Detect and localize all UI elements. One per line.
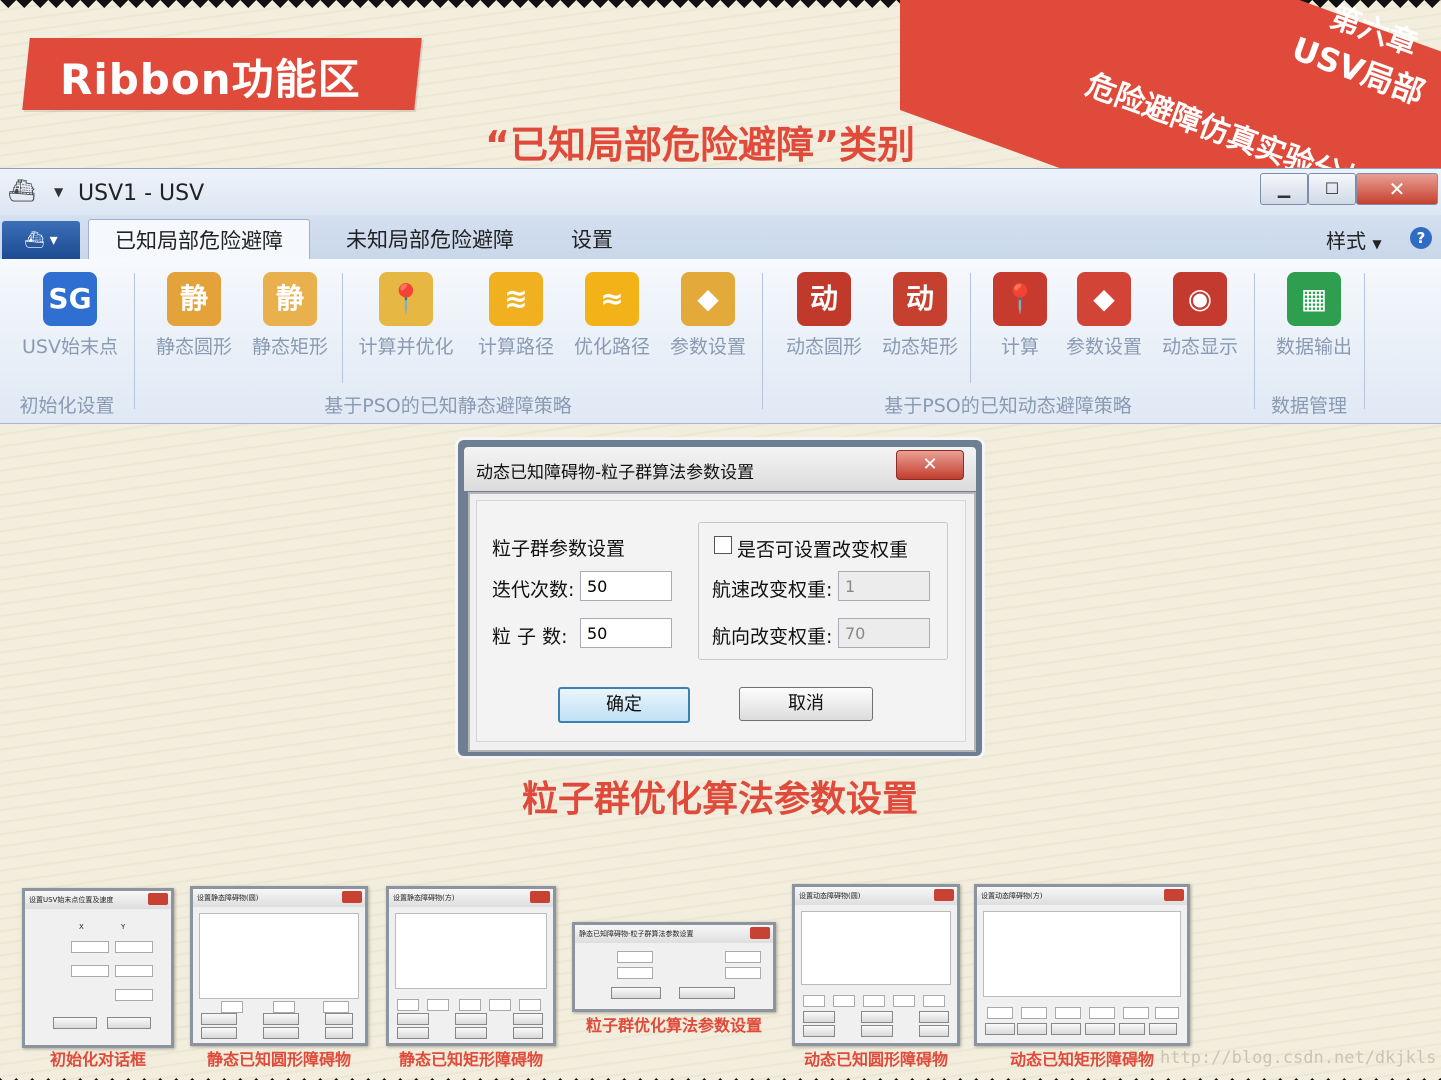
maximize-button[interactable]: ☐ bbox=[1308, 173, 1356, 205]
dialog-title: 动态已知障碍物-粒子群算法参数设置 bbox=[476, 463, 755, 483]
static-circle-icon: 静 bbox=[167, 272, 221, 326]
data-output-icon: ▦ bbox=[1287, 272, 1341, 326]
group-separator bbox=[762, 273, 763, 409]
dynamic-display-icon: ◉ bbox=[1173, 272, 1227, 326]
cancel-button[interactable]: 取消 bbox=[739, 687, 873, 721]
ribbon-button-dynamic-display[interactable]: ◉ 动态显示 bbox=[1152, 268, 1248, 380]
window-title: USV1 - USV bbox=[78, 181, 205, 206]
thumbnail-caption-init: 初始化对话框 bbox=[49, 1050, 146, 1069]
style-menu[interactable]: 样式 ▼ bbox=[1326, 225, 1382, 254]
banner-title: Ribbon功能区 bbox=[60, 55, 361, 104]
banner-subtitle: “已知局部危险避障”类别 bbox=[485, 123, 915, 167]
dynamic-rect-icon: 动 bbox=[893, 272, 947, 326]
group-label-data: 数据管理 bbox=[1270, 395, 1347, 417]
dynamic-circle-icon: 动 bbox=[797, 272, 851, 326]
button-separator bbox=[970, 273, 971, 383]
thumbnail-init-dialog: 设置USV始末点位置及速度 XY bbox=[22, 888, 174, 1048]
ribbon-button-label: 计算路径 bbox=[477, 336, 554, 358]
speed-weight-input[interactable]: 1 bbox=[838, 571, 930, 601]
usv-start-end-icon: SG bbox=[43, 272, 97, 326]
ribbon-button-data-output[interactable]: ▦ 数据输出 bbox=[1266, 268, 1362, 380]
thumbnail-static-circle: 设置静态障碍物(圆) bbox=[190, 886, 368, 1046]
compute-icon: 📍 bbox=[993, 272, 1047, 326]
ok-button[interactable]: 确定 bbox=[558, 687, 690, 723]
ribbon-button-label: 数据输出 bbox=[1275, 336, 1352, 358]
dialog-close-button[interactable]: ✕ bbox=[896, 450, 964, 480]
group-label-init: 初始化设置 bbox=[19, 395, 115, 417]
thumbnail-static-rect: 设置静态障碍物(方) bbox=[386, 886, 556, 1046]
minimize-button[interactable]: ▁ bbox=[1260, 173, 1308, 205]
tab-unknown-local-hazard[interactable]: 未知局部危险避障 bbox=[330, 219, 530, 259]
app-ship-icon[interactable]: ⛴ bbox=[8, 179, 36, 204]
thumbnail-dynamic-circle: 设置动态障碍物(圆) bbox=[792, 884, 960, 1046]
button-separator bbox=[342, 273, 343, 383]
ribbon-button-dynamic-param[interactable]: ◆ 参数设置 bbox=[1056, 268, 1152, 380]
heading-weight-label: 航向改变权重: bbox=[712, 626, 833, 648]
watermark: http://blog.csdn.net/dkjkls bbox=[1160, 1048, 1437, 1068]
ribbon-button-dynamic-circle[interactable]: 动动态圆形 bbox=[776, 268, 872, 380]
thumbnail-caption-static-rect: 静态已知矩形障碍物 bbox=[398, 1050, 543, 1069]
ribbon-button-label: 静态矩形 bbox=[251, 336, 328, 358]
bottom-border bbox=[0, 1070, 1441, 1080]
ribbon-button-usv-start-end[interactable]: SG USV始末点 bbox=[22, 268, 118, 380]
ribbon-button-label: 静态圆形 bbox=[155, 336, 232, 358]
thumbnail-caption-pso: 粒子群优化算法参数设置 bbox=[585, 1016, 762, 1035]
particle-count-label: 粒 子 数: bbox=[492, 626, 568, 648]
ribbon-button-compute[interactable]: 📍 计算 bbox=[972, 268, 1068, 380]
ribbon-button-static-param[interactable]: ◆ 参数设置 bbox=[660, 268, 756, 380]
thumbnail-dynamic-rect: 设置动态障碍物(方) bbox=[974, 884, 1190, 1046]
title-bar: ⛴ ▼ USV1 - USV ▁ ☐ ✕ bbox=[0, 169, 1441, 215]
static-rect-icon: 静 bbox=[263, 272, 317, 326]
help-icon[interactable]: ? bbox=[1410, 227, 1432, 249]
ribbon-button-compute-optimize[interactable]: 📍 计算并优化 bbox=[358, 268, 454, 380]
speed-weight-label: 航速改变权重: bbox=[712, 579, 833, 601]
thumbnail-pso-settings: 静态已知障碍物-粒子群算法参数设置 bbox=[572, 922, 776, 1012]
ribbon-button-label: 优化路径 bbox=[573, 336, 650, 358]
group-separator bbox=[1364, 273, 1365, 409]
optimize-path-icon: ≈ bbox=[585, 272, 639, 326]
thumbnail-caption-static-circle: 静态已知圆形障碍物 bbox=[206, 1050, 351, 1069]
dynamic-param-icon: ◆ bbox=[1077, 272, 1131, 326]
group-separator bbox=[134, 273, 135, 409]
tab-settings[interactable]: 设置 bbox=[556, 219, 628, 259]
quick-access-dropdown-icon[interactable]: ▼ bbox=[54, 185, 63, 199]
group-label-dynamic: 基于PSO的已知动态避障策略 bbox=[884, 395, 1132, 417]
weight-checkbox[interactable] bbox=[714, 536, 732, 554]
ribbon-button-label: 计算 bbox=[1000, 336, 1039, 358]
ribbon-button-static-rect[interactable]: 静静态矩形 bbox=[242, 268, 338, 380]
ribbon-button-dynamic-rect[interactable]: 动动态矩形 bbox=[872, 268, 968, 380]
close-button[interactable]: ✕ bbox=[1356, 173, 1438, 205]
group-label-static: 基于PSO的已知静态避障策略 bbox=[324, 395, 572, 417]
tab-known-local-hazard[interactable]: 已知局部危险避障 bbox=[88, 219, 310, 260]
chapter-corner: 第六章 USV局部 危险避障仿真实验分析 bbox=[900, 0, 1441, 170]
heading-weight-input[interactable]: 70 bbox=[838, 618, 930, 648]
application-menu-button[interactable]: ⛴ ▾ bbox=[2, 221, 80, 259]
static-param-icon: ◆ bbox=[681, 272, 735, 326]
pso-section-label: 粒子群参数设置 bbox=[492, 538, 626, 560]
particle-count-input[interactable]: 50 bbox=[580, 618, 672, 648]
compute-optimize-icon: 📍 bbox=[379, 272, 433, 326]
ribbon-button-optimize-path[interactable]: ≈ 优化路径 bbox=[564, 268, 660, 380]
ribbon-button-label: 动态显示 bbox=[1161, 336, 1238, 358]
ribbon-button-label: 计算并优化 bbox=[358, 336, 454, 358]
iteration-label: 迭代次数: bbox=[492, 579, 575, 601]
ribbon-button-compute-path[interactable]: ≋ 计算路径 bbox=[468, 268, 564, 380]
group-separator bbox=[1254, 273, 1255, 409]
ribbon-button-label: USV始末点 bbox=[22, 336, 118, 358]
thumbnail-caption-dynamic-rect: 动态已知矩形障碍物 bbox=[1009, 1050, 1154, 1069]
dialog-caption: 粒子群优化算法参数设置 bbox=[521, 779, 918, 820]
weight-checkbox-label: 是否可设置改变权重 bbox=[737, 539, 909, 561]
ribbon-button-static-circle[interactable]: 静静态圆形 bbox=[146, 268, 242, 380]
iteration-input[interactable]: 50 bbox=[580, 571, 672, 601]
compute-path-icon: ≋ bbox=[489, 272, 543, 326]
ribbon-button-label: 参数设置 bbox=[669, 336, 746, 358]
thumbnail-caption-dynamic-circle: 动态已知圆形障碍物 bbox=[803, 1050, 948, 1069]
ribbon-button-label: 动态圆形 bbox=[785, 336, 862, 358]
ribbon-button-label: 参数设置 bbox=[1065, 336, 1142, 358]
ribbon-button-label: 动态矩形 bbox=[881, 336, 958, 358]
